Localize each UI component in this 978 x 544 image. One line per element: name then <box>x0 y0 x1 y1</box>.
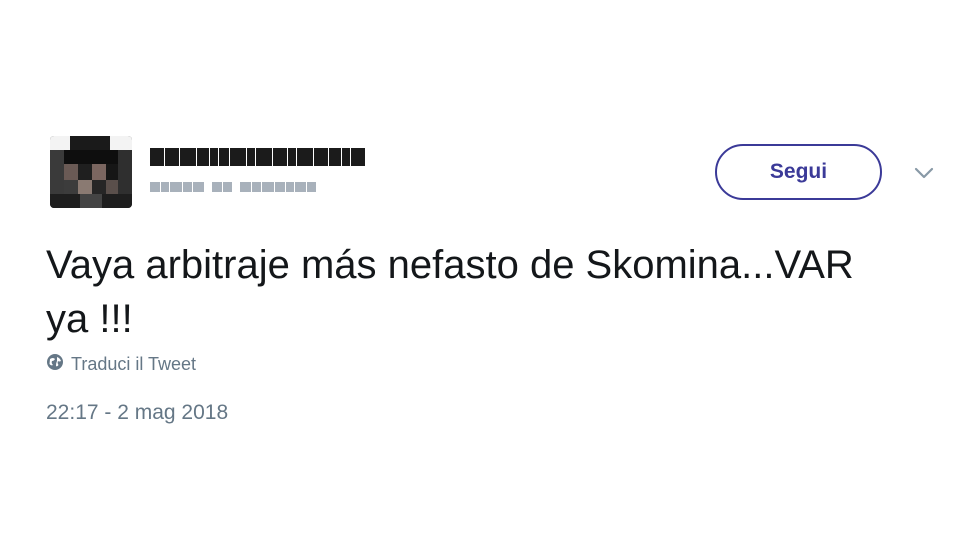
tweet-text: Vaya arbitraje más nefasto de Skomina...… <box>46 238 936 346</box>
translate-tweet-link[interactable]: Traduci il Tweet <box>46 352 196 376</box>
follow-button[interactable]: Segui <box>715 144 882 200</box>
display-name-obscured[interactable] <box>150 146 380 168</box>
chevron-down-icon[interactable] <box>912 163 936 183</box>
tweet-text-line-1: Vaya arbitraje más nefasto de Skomina...… <box>46 243 854 287</box>
avatar[interactable] <box>50 136 132 208</box>
translate-label: Traduci il Tweet <box>71 353 197 374</box>
tweet-timestamp[interactable]: 22:17 - 2 mag 2018 <box>46 401 228 425</box>
tweet-text-line-2: ya !!! <box>46 297 133 341</box>
globe-icon <box>46 353 64 376</box>
tweet-card: Segui Vaya arbitraje más nefasto de Skom… <box>0 0 978 544</box>
handle-obscured <box>150 181 325 193</box>
